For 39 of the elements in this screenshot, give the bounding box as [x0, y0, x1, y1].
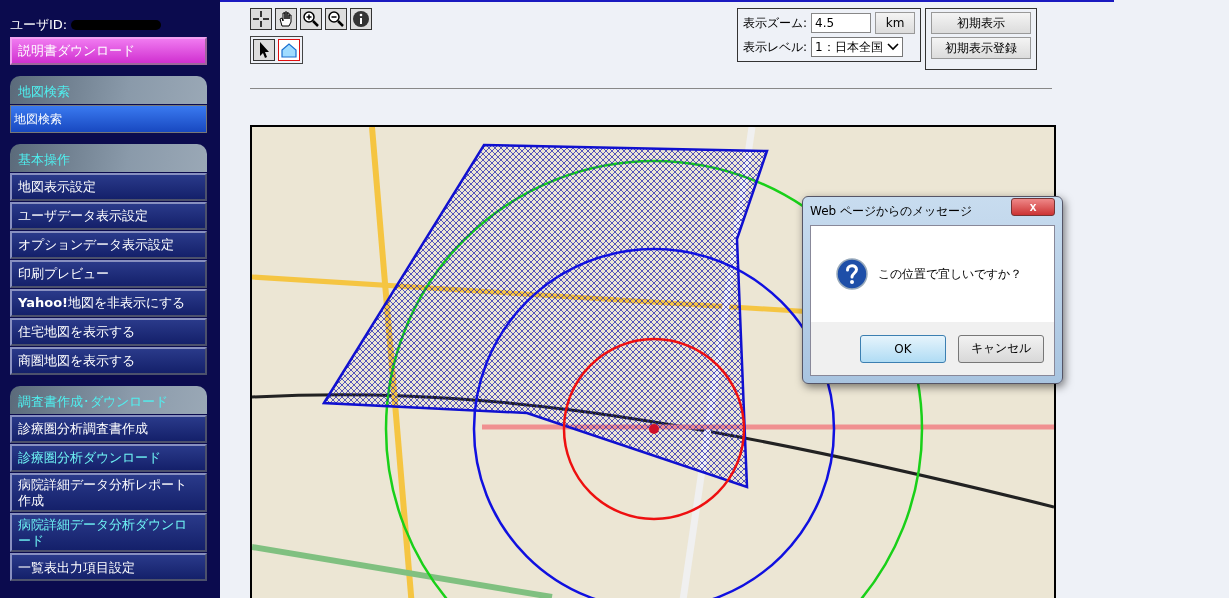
dialog-title: Web ページからのメッセージ: [810, 202, 972, 220]
ok-button[interactable]: OK: [860, 334, 946, 363]
hand-icon[interactable]: [275, 8, 297, 30]
sidebar-item[interactable]: オプションデータ表示設定: [10, 231, 207, 259]
chevron-down-icon: [886, 43, 899, 51]
location-dot: [649, 424, 659, 434]
sidebar-item[interactable]: 病院詳細データ分析ダウンロード: [10, 513, 207, 553]
polygon-icon[interactable]: [278, 39, 300, 61]
close-button[interactable]: x: [1011, 198, 1055, 216]
cancel-button[interactable]: キャンセル: [958, 334, 1044, 363]
zoom-input[interactable]: 4.5: [811, 13, 872, 33]
sidebar-item[interactable]: 地図表示設定: [10, 173, 207, 201]
info-icon[interactable]: [350, 8, 372, 30]
zoom-in-icon[interactable]: [300, 8, 322, 30]
unit-button[interactable]: km: [875, 12, 916, 34]
sidebar-item[interactable]: 病院詳細データ分析レポート作成: [10, 473, 207, 513]
sidebar-item[interactable]: 診療圏分析調査書作成: [10, 415, 207, 443]
sidebar-item[interactable]: Yahoo!地図を非表示にする: [10, 289, 207, 317]
question-icon: [836, 258, 868, 290]
level-label: 表示レベル:: [743, 38, 808, 56]
sidebar-item[interactable]: 診療圏分析ダウンロード: [10, 444, 207, 472]
section-header: 地図検索: [10, 76, 207, 104]
sidebar-item[interactable]: 商圏地図を表示する: [10, 347, 207, 375]
initial-view-button[interactable]: 初期表示: [931, 12, 1032, 34]
initial-view-button[interactable]: 初期表示登録: [931, 37, 1032, 59]
sidebar-item[interactable]: 印刷プレビュー: [10, 260, 207, 288]
zoom-out-icon[interactable]: [325, 8, 347, 30]
sidebar-item[interactable]: 住宅地図を表示する: [10, 318, 207, 346]
sidebar-item[interactable]: 一覧表出力項目設定: [10, 553, 207, 582]
pointer-icon[interactable]: [253, 39, 275, 61]
crosshair-icon[interactable]: [250, 8, 272, 30]
section-header: 調査書作成･ダウンロード: [10, 386, 207, 414]
dialog-message: この位置で宜しいですか？: [878, 265, 1022, 283]
sidebar-item[interactable]: 地図検索: [10, 105, 207, 133]
user-id-label: ユーザID:: [10, 16, 68, 34]
zoom-label: 表示ズーム:: [743, 14, 808, 32]
level-dropdown[interactable]: 1：日本全国: [811, 37, 903, 57]
section-header: 基本操作: [10, 144, 207, 172]
sidebar-item[interactable]: ユーザデータ表示設定: [10, 202, 207, 230]
